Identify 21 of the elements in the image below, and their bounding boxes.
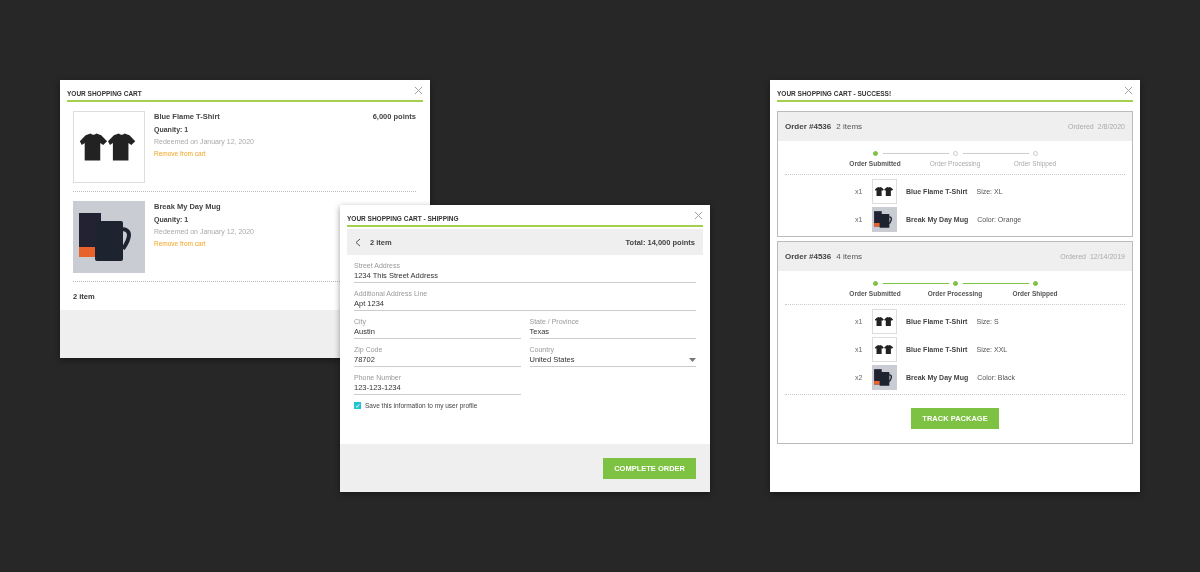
tshirt-photo [872,337,897,362]
progress-line [963,283,1029,284]
mug-photo [73,201,145,273]
tshirt-photo [73,111,145,183]
checkbox[interactable] [354,402,361,409]
order-number: Order #4536 [785,252,832,261]
order-number: Order #4536 [785,122,832,131]
close-icon[interactable] [414,86,423,95]
tshirt-photo [872,179,897,204]
progress-line [883,283,949,284]
progress-line [883,153,949,154]
mug-photo [872,207,897,232]
item-count: 4 items [836,252,863,261]
back-icon[interactable] [355,237,361,247]
close-icon[interactable] [1124,86,1133,95]
caret-icon[interactable] [689,357,696,362]
item-count: 2 items [836,122,863,131]
progress-line [963,153,1029,154]
close-icon[interactable] [694,211,703,220]
tshirt-photo [872,309,897,334]
mug-photo [872,365,897,390]
